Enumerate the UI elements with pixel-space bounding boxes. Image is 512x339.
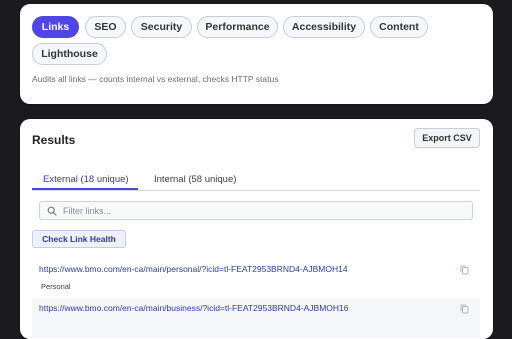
link-url[interactable]: https://www.bmo.com/en-ca/main/business/… <box>39 303 349 313</box>
link-row: https://www.bmo.com/en-ca/main/business/… <box>32 298 480 338</box>
link-text: Personal <box>41 282 71 291</box>
mode-security-button[interactable]: Security <box>131 16 192 38</box>
tabs-divider <box>32 190 480 191</box>
search-icon <box>47 206 57 216</box>
mode-accessibility-button[interactable]: Accessibility <box>283 16 365 38</box>
mode-performance-button[interactable]: Performance <box>197 16 278 38</box>
audit-mode-card: Links SEO Security Performance Accessibi… <box>20 4 493 104</box>
mode-content-button[interactable]: Content <box>370 16 428 38</box>
check-link-health-button[interactable]: Check Link Health <box>32 230 126 248</box>
filter-links-input[interactable]: Filter links... <box>39 201 473 220</box>
tab-external[interactable]: External (18 unique) <box>43 174 129 185</box>
link-row: https://www.bmo.com/en-ca/main/personal/… <box>32 259 480 295</box>
copy-icon[interactable] <box>460 265 469 275</box>
mode-links-button[interactable]: Links <box>32 16 79 38</box>
tab-internal[interactable]: Internal (58 unique) <box>154 174 236 185</box>
filter-placeholder: Filter links... <box>63 205 112 216</box>
results-card: Results Export CSV External (18 unique) … <box>20 119 493 339</box>
mode-seo-button[interactable]: SEO <box>85 16 126 38</box>
mode-lighthouse-button[interactable]: Lighthouse <box>32 43 107 65</box>
link-url[interactable]: https://www.bmo.com/en-ca/main/personal/… <box>39 264 348 274</box>
copy-icon[interactable] <box>460 304 469 314</box>
mode-description: Audits all links — counts internal vs ex… <box>32 74 279 84</box>
export-csv-button[interactable]: Export CSV <box>414 128 480 148</box>
active-tab-indicator <box>32 188 138 190</box>
results-title: Results <box>32 133 76 147</box>
